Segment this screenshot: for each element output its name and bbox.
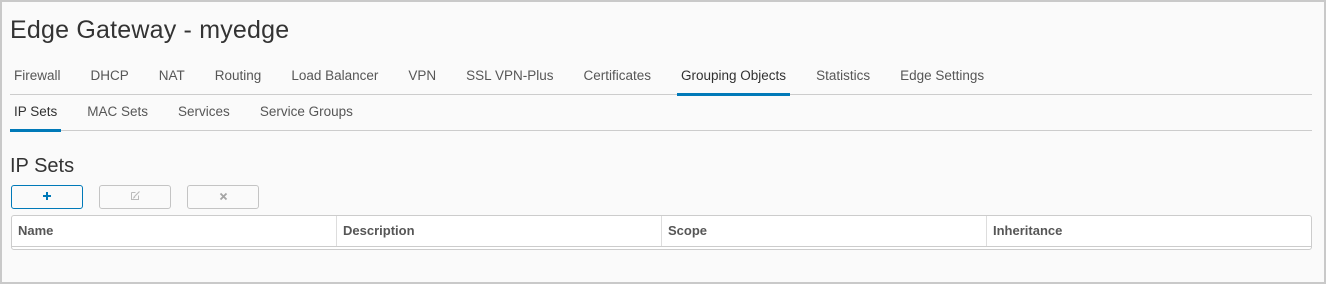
plus-icon	[42, 188, 52, 206]
subtab-services[interactable]: Services	[174, 95, 234, 131]
app-frame: Edge Gateway - myedge Firewall DHCP NAT …	[0, 0, 1326, 284]
page-title: Edge Gateway - myedge	[10, 16, 290, 44]
grouping-objects-subtabs: IP Sets MAC Sets Services Service Groups	[10, 95, 1312, 132]
column-header-name[interactable]: Name	[12, 216, 337, 246]
column-header-inheritance[interactable]: Inheritance	[987, 216, 1311, 246]
tab-nat[interactable]: NAT	[155, 56, 189, 95]
tab-firewall[interactable]: Firewall	[10, 56, 65, 95]
delete-button[interactable]	[187, 185, 259, 209]
tab-dhcp[interactable]: DHCP	[87, 56, 133, 95]
tab-statistics[interactable]: Statistics	[812, 56, 874, 95]
tab-load-balancer[interactable]: Load Balancer	[287, 56, 382, 95]
edit-button[interactable]	[99, 185, 171, 209]
subtab-service-groups[interactable]: Service Groups	[256, 95, 357, 131]
tab-vpn[interactable]: VPN	[404, 56, 440, 95]
tab-grouping-objects[interactable]: Grouping Objects	[677, 56, 791, 96]
column-header-description[interactable]: Description	[337, 216, 662, 246]
close-icon	[219, 188, 228, 206]
edit-icon	[130, 188, 141, 206]
tab-routing[interactable]: Routing	[211, 56, 266, 95]
subtab-ip-sets[interactable]: IP Sets	[10, 95, 62, 132]
tab-edge-settings[interactable]: Edge Settings	[896, 56, 988, 95]
subtab-mac-sets[interactable]: MAC Sets	[83, 95, 152, 131]
add-button[interactable]	[11, 185, 83, 209]
table-header: Name Description Scope Inheritance	[12, 216, 1311, 247]
ip-sets-table: Name Description Scope Inheritance	[11, 215, 1312, 250]
tab-certificates[interactable]: Certificates	[579, 56, 655, 95]
edge-settings-tabs: Firewall DHCP NAT Routing Load Balancer …	[10, 56, 1312, 96]
section-title: IP Sets	[10, 155, 75, 177]
column-header-scope[interactable]: Scope	[662, 216, 987, 246]
tab-ssl-vpn-plus[interactable]: SSL VPN-Plus	[462, 56, 557, 95]
